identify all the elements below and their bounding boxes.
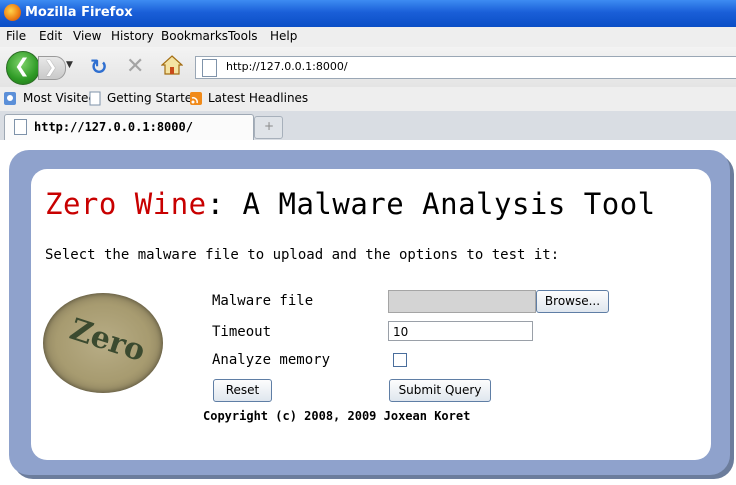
menu-bookmarks[interactable]: Bookmarks (161, 29, 228, 43)
timeout-label: Timeout (212, 324, 272, 340)
window-titlebar: Mozilla Firefox (0, 0, 736, 27)
page-content: Zero Wine: A Malware Analysis Tool Selec… (0, 140, 736, 485)
forward-arrow-icon: ❯ (44, 57, 58, 76)
page-title: Zero Wine: A Malware Analysis Tool (45, 187, 656, 221)
bookmarks-toolbar: Most Visited Getting Started Latest Head… (0, 87, 736, 112)
logo-text: Zero (65, 311, 150, 370)
rss-feed-icon (190, 92, 202, 105)
page-subtitle: Select the malware file to upload and th… (45, 247, 560, 263)
bookmark-latest-headlines[interactable]: Latest Headlines (208, 91, 308, 105)
menu-help[interactable]: Help (270, 29, 297, 43)
menu-edit[interactable]: Edit (39, 29, 62, 43)
window-title: Mozilla Firefox (25, 5, 133, 20)
page-title-accent: Zero Wine (45, 187, 207, 221)
form-panel: Zero Wine: A Malware Analysis Tool Selec… (31, 169, 711, 460)
analyze-memory-checkbox[interactable] (393, 353, 407, 367)
navigation-toolbar: ❮ ❯ ▼ ↻ ✕ http://127.0.0.1:8000/ (0, 47, 736, 87)
back-arrow-icon: ❮ (14, 55, 30, 77)
address-bar[interactable]: http://127.0.0.1:8000/ (195, 56, 736, 79)
copyright-text: Copyright (c) 2008, 2009 Joxean Koret (203, 409, 471, 423)
tab-strip: http://127.0.0.1:8000/ + (0, 111, 736, 141)
reload-icon[interactable]: ↻ (90, 55, 108, 79)
analyze-memory-label: Analyze memory (212, 352, 331, 368)
page-icon (202, 59, 217, 77)
malware-file-label: Malware file (212, 293, 314, 309)
plus-icon: + (264, 119, 275, 133)
firefox-icon (4, 4, 21, 21)
browse-button[interactable]: Browse... (536, 290, 609, 313)
menu-view[interactable]: View (73, 29, 101, 43)
menu-history[interactable]: History (111, 29, 154, 43)
outer-panel: Zero Wine: A Malware Analysis Tool Selec… (9, 150, 730, 475)
reset-button[interactable]: Reset (213, 379, 272, 402)
bookmark-getting-started[interactable]: Getting Started (107, 91, 200, 105)
petri-dish-logo: Zero (43, 293, 163, 393)
submit-query-button[interactable]: Submit Query (389, 379, 491, 402)
malware-file-input[interactable] (388, 290, 536, 313)
menu-file[interactable]: File (6, 29, 26, 43)
most-visited-icon (4, 92, 16, 105)
menu-tools[interactable]: Tools (228, 29, 258, 43)
history-dropdown-icon[interactable]: ▼ (66, 60, 73, 70)
back-button[interactable]: ❮ (6, 51, 40, 85)
home-icon[interactable] (161, 55, 183, 75)
menu-bar: File Edit View History Bookmarks Tools H… (0, 27, 736, 47)
stop-icon[interactable]: ✕ (126, 54, 144, 79)
tab-active[interactable]: http://127.0.0.1:8000/ (4, 114, 254, 140)
bookmark-most-visited[interactable]: Most Visited (23, 91, 96, 105)
address-url[interactable]: http://127.0.0.1:8000/ (226, 60, 348, 73)
page-icon (89, 91, 101, 106)
tab-label: http://127.0.0.1:8000/ (34, 120, 193, 134)
forward-button[interactable]: ❯ (38, 56, 66, 80)
page-title-rest: : A Malware Analysis Tool (206, 187, 656, 221)
new-tab-button[interactable]: + (254, 116, 283, 139)
page-icon (14, 119, 27, 135)
timeout-input[interactable]: 10 (388, 321, 533, 341)
